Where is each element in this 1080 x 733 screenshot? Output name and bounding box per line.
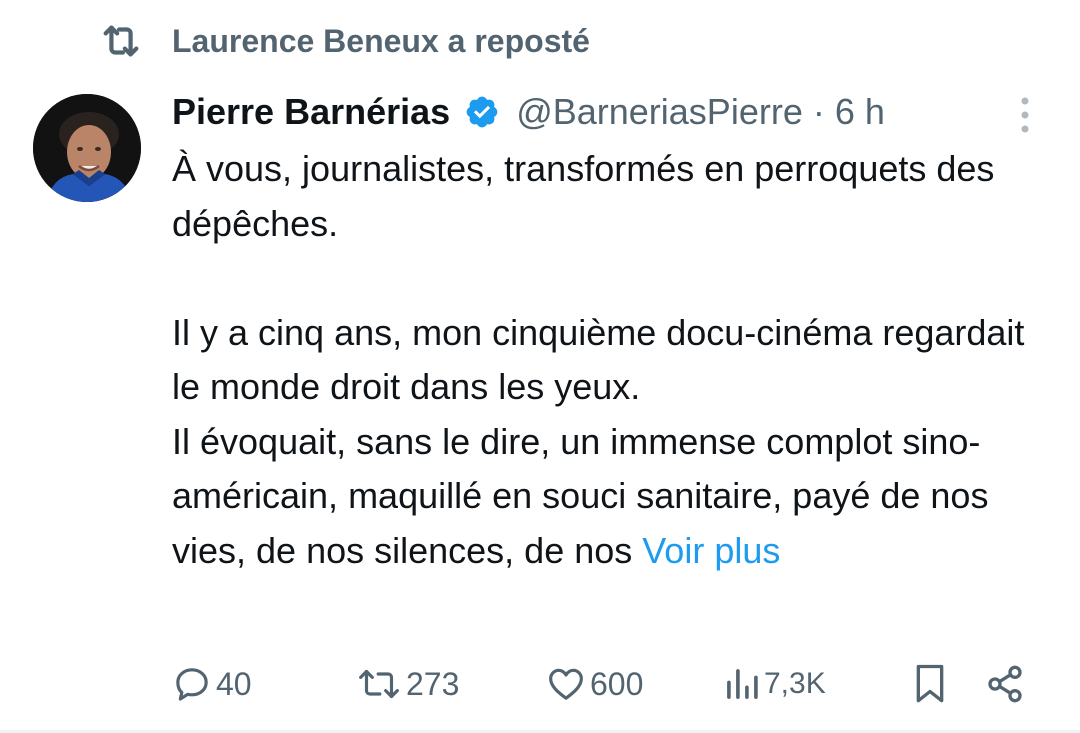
tweet-paragraph-1: À vous, journalistes, transformés en per…: [172, 148, 995, 244]
repost-indicator[interactable]: Laurence Beneux a reposté: [98, 18, 590, 64]
avatar[interactable]: [33, 94, 141, 202]
reply-count: 40: [216, 665, 252, 702]
tweet-text[interactable]: À vous, journalistes, transformés en per…: [172, 142, 1052, 578]
repost-icon: [356, 664, 402, 704]
heart-icon: [546, 664, 586, 704]
like-count: 600: [590, 665, 644, 702]
tweet-header: Pierre Barnérias @BarneriasPierre · 6 h: [172, 88, 885, 136]
reply-icon: [172, 664, 212, 704]
views-count: 7,3K: [764, 667, 826, 700]
views-icon: [724, 664, 760, 704]
share-button[interactable]: [985, 658, 1025, 710]
repost-icon: [98, 18, 144, 64]
bookmark-button[interactable]: [910, 658, 950, 710]
bookmark-icon: [910, 662, 950, 706]
display-name[interactable]: Pierre Barnérias: [172, 91, 450, 133]
reply-button[interactable]: 40: [172, 658, 252, 710]
user-handle[interactable]: @BarneriasPierre: [516, 91, 803, 133]
repost-button[interactable]: 273: [356, 658, 459, 710]
verified-badge-icon[interactable]: [464, 94, 500, 130]
more-vertical-icon[interactable]: [1006, 95, 1044, 135]
action-bar: 40 273 600 7,3K: [0, 658, 1080, 710]
views-button[interactable]: 7,3K: [724, 658, 826, 710]
tweet-paragraph-3: Il évoquait, sans le dire, un immense co…: [172, 415, 1052, 579]
tweet-paragraph-3-text: Il évoquait, sans le dire, un immense co…: [172, 420, 989, 571]
repost-label: Laurence Beneux a reposté: [172, 22, 590, 59]
repost-count: 273: [406, 665, 460, 702]
share-icon: [985, 664, 1025, 704]
show-more-link[interactable]: Voir plus: [642, 530, 780, 571]
like-button[interactable]: 600: [546, 658, 643, 710]
timestamp[interactable]: 6 h: [835, 91, 885, 133]
separator-dot: ·: [812, 91, 825, 132]
tweet-paragraph-2: Il y a cinq ans, mon cinquième docu-ciné…: [172, 311, 1025, 408]
